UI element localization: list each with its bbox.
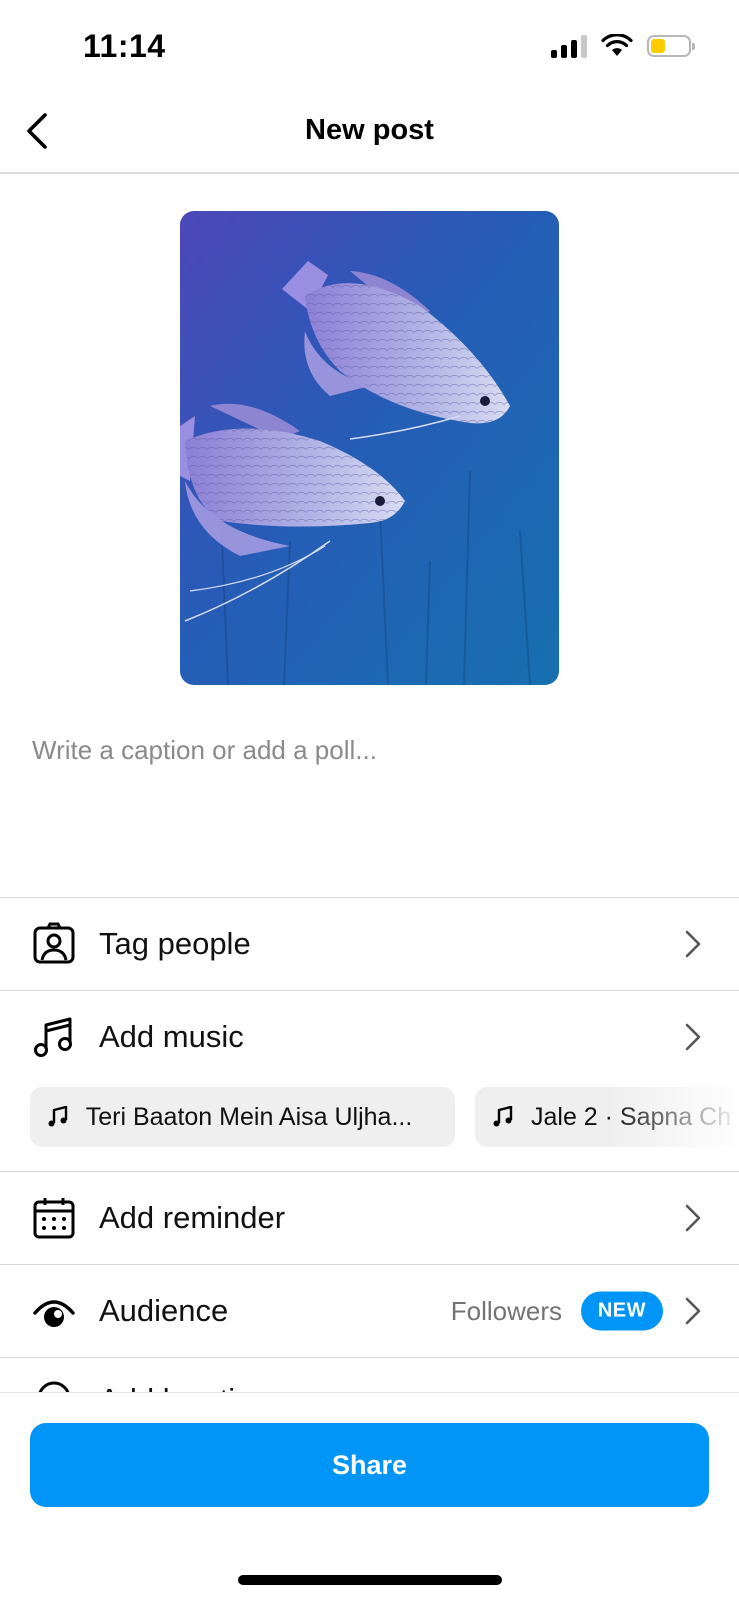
audience-label: Audience [99,1293,229,1328]
music-note-icon [491,1105,515,1129]
add-reminder-label: Add reminder [99,1200,286,1235]
share-panel: Share [0,1392,739,1601]
music-suggestion-chip[interactable]: Jale 2 · Sapna Ch [475,1087,739,1147]
add-music-row[interactable]: Add music [0,990,739,1083]
music-suggestion-chip[interactable]: Teri Baaton Mein Aisa Uljha... [30,1087,455,1147]
music-suggestion-text: Teri Baaton Mein Aisa Uljha... [85,1102,413,1131]
status-icons [551,34,695,58]
status-bar: 11:14 [0,0,739,100]
audience-value: Followers [450,1295,562,1326]
chevron-right-icon [683,1022,703,1052]
music-note-icon [32,1015,76,1059]
wifi-icon [601,34,633,56]
audience-row[interactable]: Audience Followers NEW [0,1264,739,1357]
tag-person-icon [32,922,76,966]
post-options-list: Tag people Add music Teri Baaton Mein Ai… [0,897,739,1438]
tag-people-row[interactable]: Tag people [0,897,739,990]
eye-icon [32,1289,76,1333]
music-note-icon [46,1105,70,1129]
chevron-right-icon [683,929,703,959]
add-music-label: Add music [99,1019,244,1054]
add-reminder-row[interactable]: Add reminder [0,1171,739,1264]
new-badge: NEW [580,1291,663,1331]
battery-level [651,39,665,53]
chevron-right-icon [683,1203,703,1233]
post-photo-preview[interactable] [180,211,559,685]
cellular-signal-icon [551,34,587,58]
home-indicator [238,1575,502,1585]
battery-icon [647,35,695,57]
calendar-icon [32,1196,76,1240]
caption-input[interactable] [32,735,702,766]
status-time: 11:14 [83,28,166,64]
chevron-right-icon [683,1296,703,1326]
page-title: New post [305,114,434,146]
header: New post [0,100,739,174]
tag-people-label: Tag people [99,926,251,961]
share-button[interactable]: Share [30,1423,709,1507]
fish-photo [180,211,559,685]
music-suggestion-text: Jale 2 · Sapna Ch [531,1102,732,1131]
music-suggestions: Teri Baaton Mein Aisa Uljha... Jale 2 · … [0,1083,739,1171]
